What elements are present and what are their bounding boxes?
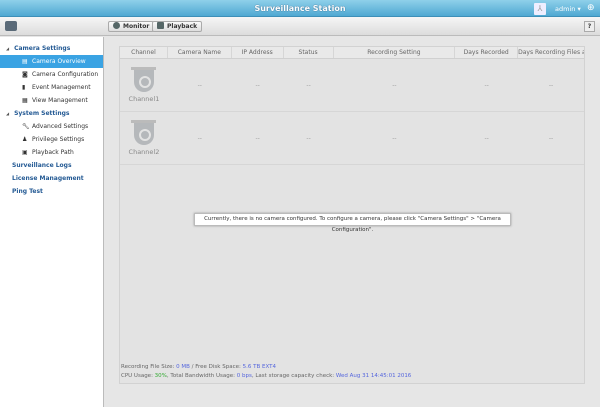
user-avatar-icon[interactable]: ⅄ <box>534 3 546 15</box>
sidebar-item-license-management[interactable]: License Management <box>0 172 103 185</box>
globe-icon[interactable]: ⊕ <box>587 3 595 13</box>
bandwidth-label: , Total Bandwidth Usage: <box>166 373 237 379</box>
monitor-label: Monitor <box>123 23 150 30</box>
column-header[interactable]: Channel <box>120 47 168 58</box>
group-label: System Settings <box>14 110 70 117</box>
playback-button[interactable]: Playback <box>152 21 203 32</box>
channel-cell: Channel2 <box>120 120 168 156</box>
no-camera-message: Currently, there is no camera configured… <box>194 213 511 233</box>
item-label: Event Management <box>32 84 91 91</box>
cpu-value: 30% <box>154 373 167 379</box>
folder-icon: ▣ <box>22 149 28 156</box>
playback-label: Playback <box>167 23 198 30</box>
overview-icon: ▤ <box>22 58 28 65</box>
table-row[interactable]: Channel1 -- -- -- -- -- -- <box>120 59 584 112</box>
event-icon: ▮ <box>22 84 26 91</box>
bandwidth-value: 0 bps <box>236 373 252 379</box>
camera-name-cell: -- <box>197 134 202 142</box>
disk-label: / Free Disk Space: <box>189 364 243 370</box>
table-header: Channel Camera Name IP Address Status Re… <box>120 47 584 59</box>
status-cell: -- <box>306 81 311 89</box>
sidebar-group-camera-settings[interactable]: ◢ Camera Settings <box>0 42 103 55</box>
title-bar: Surveillance Station ⅄ admin ▾ ⊕ <box>0 0 600 17</box>
days-recorded-cell: -- <box>484 134 489 142</box>
cpu-label: CPU Usage: <box>121 373 155 379</box>
column-header[interactable]: Recording Setting <box>334 47 456 58</box>
channel-label: Channel2 <box>128 148 160 156</box>
days-files-cell: -- <box>548 81 554 89</box>
wrench-icon: 🔧︎ <box>22 123 30 130</box>
column-header[interactable]: IP Address <box>232 47 284 58</box>
ip-cell: -- <box>255 81 260 89</box>
check-value: Wed Aug 31 14:45:01 2016 <box>335 373 412 379</box>
group-label: Camera Settings <box>14 45 71 52</box>
status-cell: -- <box>306 134 311 142</box>
sidebar: ◢ Camera Settings ▤ Camera Overview ◙ Camer… <box>0 37 104 407</box>
sidebar-item-advanced-settings[interactable]: 🔧︎ Advanced Settings <box>0 120 103 133</box>
recording-setting-cell: -- <box>392 134 397 142</box>
sidebar-item-view-management[interactable]: ▦ View Management <box>0 94 103 107</box>
sidebar-item-camera-overview[interactable]: ▤ Camera Overview <box>0 55 103 68</box>
column-header[interactable]: Days Recorded <box>455 47 519 58</box>
grid-icon: ▦ <box>22 97 28 104</box>
column-header[interactable]: Camera Name <box>168 47 232 58</box>
camera-icon: ◙ <box>22 71 28 78</box>
rec-size-value: 0 MB <box>176 364 190 370</box>
sidebar-group-system-settings[interactable]: ◢ System Settings <box>0 107 103 120</box>
item-label: View Management <box>32 97 88 104</box>
sidebar-item-privilege-settings[interactable]: ♟ Privilege Settings <box>0 133 103 146</box>
channel-label: Channel1 <box>128 95 160 103</box>
monitor-button[interactable]: Monitor <box>108 21 155 32</box>
toggle-sidebar-button[interactable] <box>5 21 17 31</box>
check-label: , Last storage capacity check: <box>251 373 336 379</box>
play-icon <box>157 22 164 29</box>
recording-setting-cell: -- <box>392 81 397 89</box>
camera-icon <box>133 123 154 145</box>
sidebar-item-camera-configuration[interactable]: ◙ Camera Configuration <box>0 68 103 81</box>
sidebar-item-surveillance-logs[interactable]: Surveillance Logs <box>0 159 103 172</box>
table-row[interactable]: Channel2 -- -- -- -- -- -- <box>120 112 584 165</box>
item-label: Camera Configuration <box>32 71 99 78</box>
disk-value: 5.6 TB EXT4 <box>242 364 276 370</box>
app-title: Surveillance Station <box>254 4 346 13</box>
days-recorded-cell: -- <box>484 81 489 89</box>
sidebar-item-playback-path[interactable]: ▣ Playback Path <box>0 146 103 159</box>
days-files-cell: -- <box>548 134 554 142</box>
sidebar-item-ping-test[interactable]: Ping Test <box>0 185 103 198</box>
item-label: Advanced Settings <box>32 123 89 130</box>
item-label: Playback Path <box>32 149 74 156</box>
rec-size-label: Recording File Size: <box>121 364 177 370</box>
ip-cell: -- <box>255 134 260 142</box>
help-button[interactable]: ? <box>584 21 595 32</box>
status-info: Recording File Size: 0 MB / Free Disk Sp… <box>121 363 411 381</box>
toolbar <box>0 17 600 36</box>
monitor-icon <box>113 22 120 29</box>
camera-name-cell: -- <box>197 81 202 89</box>
username: admin <box>555 5 576 13</box>
user-icon: ♟ <box>22 136 28 143</box>
item-label: Privilege Settings <box>32 136 85 143</box>
camera-icon <box>133 70 154 92</box>
column-header[interactable]: Days Recording Files ar... <box>518 47 584 58</box>
channel-cell: Channel1 <box>120 67 168 103</box>
sidebar-item-event-management[interactable]: ▮ Event Management <box>0 81 103 94</box>
item-label: Camera Overview <box>32 58 86 65</box>
user-menu[interactable]: admin ▾ <box>555 5 581 13</box>
column-header[interactable]: Status <box>284 47 334 58</box>
